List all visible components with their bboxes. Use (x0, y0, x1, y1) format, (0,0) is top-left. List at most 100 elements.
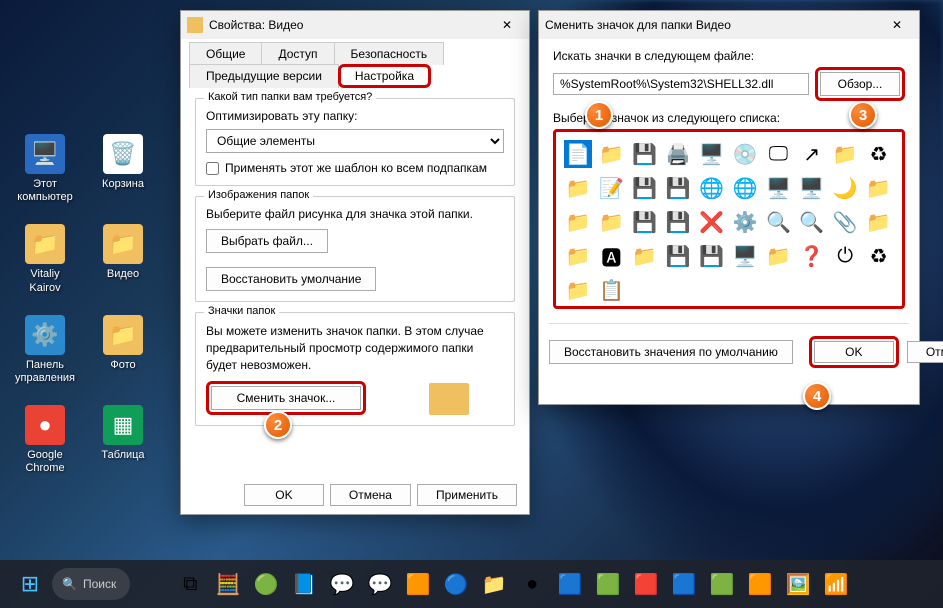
icon-option[interactable]: ♻ (865, 242, 893, 270)
restore-default-button[interactable]: Восстановить умолчание (206, 267, 376, 291)
desktop-icon[interactable]: 📁Видео (88, 220, 158, 298)
icon-list[interactable]: 📄📁💾🖨️🖥️💿🖵↗📁♻📁📝💾💾🌐🌐🖥️🖥️🌙📁📁📁💾💾❌⚙️🔍🔍📎📁📁🅰📁💾💾… (553, 129, 905, 309)
icon-option[interactable]: 📋 (597, 276, 625, 304)
icon-option[interactable]: 📁 (865, 208, 893, 236)
change-icon-button[interactable]: Сменить значок... (211, 386, 361, 410)
icon-option[interactable]: 🔍 (798, 208, 826, 236)
desktop-icon[interactable]: 🖥️Этот компьютер (10, 130, 80, 208)
icon-option[interactable]: 🖥️ (698, 140, 726, 168)
taskbar-item[interactable]: 🟩 (704, 566, 740, 602)
taskbar-item[interactable]: 🟥 (628, 566, 664, 602)
icon-option[interactable]: 🖵 (764, 140, 792, 168)
icon-option[interactable]: ⏻ (831, 242, 859, 270)
cancel-button[interactable]: Отмена (330, 484, 411, 506)
tab[interactable]: Доступ (261, 42, 334, 65)
titlebar[interactable]: Свойства: Видео ✕ (181, 11, 529, 39)
icon-option[interactable]: 📁 (764, 242, 792, 270)
tab[interactable]: Безопасность (334, 42, 445, 65)
icon-option[interactable]: 💾 (698, 242, 726, 270)
icon-option[interactable]: ❓ (798, 242, 826, 270)
icon-option[interactable]: 📁 (564, 208, 592, 236)
taskbar-item[interactable]: 📁 (476, 566, 512, 602)
tab[interactable]: Предыдущие версии (189, 64, 339, 88)
ok-button[interactable]: OK (244, 484, 324, 506)
icon-option[interactable]: 🌐 (731, 174, 759, 202)
close-button[interactable]: ✕ (881, 15, 913, 35)
icon-option[interactable]: 📁 (597, 140, 625, 168)
icon-option[interactable]: 💾 (664, 208, 692, 236)
taskbar-item[interactable]: 📘 (286, 566, 322, 602)
taskbar-item[interactable]: 🖼️ (780, 566, 816, 602)
icon-option[interactable]: 📁 (631, 242, 659, 270)
titlebar[interactable]: Сменить значок для папки Видео ✕ (539, 11, 919, 39)
folder-type-group: Какой тип папки вам требуется? Оптимизир… (195, 98, 515, 186)
start-button[interactable]: ⊞ (12, 566, 48, 602)
optimize-select[interactable]: Общие элементы (206, 129, 504, 153)
choose-file-button[interactable]: Выбрать файл... (206, 229, 328, 253)
cancel-button[interactable]: Отмена (907, 341, 943, 363)
icon-option[interactable]: 📝 (597, 174, 625, 202)
icon-option[interactable]: 💾 (631, 208, 659, 236)
close-button[interactable]: ✕ (491, 15, 523, 35)
icon-path-input[interactable] (553, 73, 809, 95)
folder-icon (187, 17, 203, 33)
search-box[interactable]: 🔍 Поиск (52, 568, 130, 600)
icon-option[interactable]: ↗ (798, 140, 826, 168)
icon-option[interactable]: 📁 (564, 276, 592, 304)
icon-option[interactable]: 📁 (597, 208, 625, 236)
desktop-icon[interactable]: ▦Таблица (88, 401, 158, 479)
icon-option[interactable]: ♻ (865, 140, 893, 168)
taskbar-item[interactable]: ⧉ (172, 566, 208, 602)
restore-defaults-button[interactable]: Восстановить значения по умолчанию (549, 340, 793, 364)
icon-option[interactable]: 🖥️ (764, 174, 792, 202)
change-icon-window: Сменить значок для папки Видео ✕ Искать … (538, 10, 920, 405)
taskbar-item[interactable]: 🔵 (438, 566, 474, 602)
icon-option[interactable]: 📁 (564, 242, 592, 270)
icon-option[interactable]: 🌙 (831, 174, 859, 202)
icon-option[interactable]: 📁 (865, 174, 893, 202)
properties-window: Свойства: Видео ✕ ОбщиеДоступБезопасност… (180, 10, 530, 515)
taskbar-item[interactable]: 📶 (818, 566, 854, 602)
desktop-icon[interactable]: 📁Фото (88, 311, 158, 389)
icon-option[interactable]: ❌ (698, 208, 726, 236)
icon-option[interactable]: 💿 (731, 140, 759, 168)
taskbar-item[interactable]: 💬 (324, 566, 360, 602)
taskbar-item[interactable]: 🧮 (210, 566, 246, 602)
icon-option[interactable]: 📁 (831, 140, 859, 168)
icon-option[interactable]: 🖥️ (731, 242, 759, 270)
desktop-icon[interactable]: ⚙️Панель управления (10, 311, 80, 389)
desktop-icon[interactable]: 🗑️Корзина (88, 130, 158, 208)
window-title: Сменить значок для папки Видео (545, 18, 731, 32)
taskbar-item[interactable]: 💬 (362, 566, 398, 602)
taskbar-item[interactable]: 🟢 (248, 566, 284, 602)
tab[interactable]: Общие (189, 42, 262, 65)
icon-option[interactable]: ⚙️ (731, 208, 759, 236)
icon-option[interactable]: 🖨️ (664, 140, 692, 168)
icon-option[interactable]: 📎 (831, 208, 859, 236)
icon-option[interactable]: 💾 (631, 140, 659, 168)
icon-option[interactable]: 📁 (564, 174, 592, 202)
taskbar-item[interactable]: 🟧 (400, 566, 436, 602)
apply-button[interactable]: Применить (417, 484, 517, 506)
marker-1: 1 (585, 101, 613, 129)
desktop-icon[interactable]: 📁Vitaliy Kairov (10, 220, 80, 298)
icon-option[interactable]: 🔍 (764, 208, 792, 236)
icon-option[interactable]: 💾 (631, 174, 659, 202)
browse-button[interactable]: Обзор... (820, 72, 900, 96)
icon-option[interactable]: 🖥️ (798, 174, 826, 202)
desktop-icon[interactable]: ●Google Chrome (10, 401, 80, 479)
taskbar-item[interactable]: 🟩 (590, 566, 626, 602)
taskbar-item[interactable]: 🟦 (552, 566, 588, 602)
icon-option[interactable]: 💾 (664, 174, 692, 202)
taskbar-item[interactable]: 🟦 (666, 566, 702, 602)
taskbar-item[interactable]: 🟧 (742, 566, 778, 602)
taskbar-item[interactable] (134, 566, 170, 602)
taskbar-item[interactable]: ● (514, 566, 550, 602)
tab[interactable]: Настройка (338, 64, 431, 88)
icon-option[interactable]: 💾 (664, 242, 692, 270)
icon-option[interactable]: 🌐 (698, 174, 726, 202)
icon-option[interactable]: 📄 (564, 140, 592, 168)
icon-option[interactable]: 🅰 (597, 242, 625, 270)
ok-button[interactable]: OK (814, 341, 894, 363)
apply-template-checkbox[interactable]: Применять этот же шаблон ко всем подпапк… (206, 161, 504, 175)
